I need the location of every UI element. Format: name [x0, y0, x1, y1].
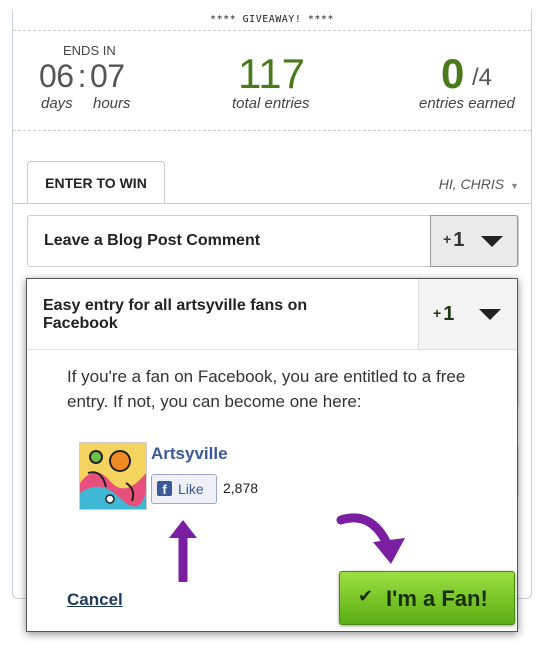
im-a-fan-button[interactable]: ✔ I'm a Fan! [339, 571, 515, 625]
purple-arrow-icon [336, 513, 405, 564]
stats-bar: ENDS IN 06:07 days hours 117 total entri… [13, 30, 531, 131]
entry-points-toggle[interactable]: +1 [418, 279, 517, 349]
entry-description: If you're a fan on Facebook, you are ent… [67, 367, 466, 411]
caret-down-icon [481, 236, 503, 247]
timer-colon: : [77, 58, 87, 94]
entry-points: +1 [443, 229, 464, 252]
entries-earned-label: entries earned [419, 95, 515, 112]
purple-arrow-icon [169, 520, 197, 582]
total-entries-value: 117 [238, 50, 305, 97]
fan-button-label: I'm a Fan! [386, 586, 488, 611]
tab-enter-to-win[interactable]: ENTER TO WIN [27, 161, 165, 204]
tab-divider [13, 203, 531, 204]
like-count: 2,878 [223, 480, 259, 496]
plus-sign: + [433, 305, 442, 321]
entry-points-toggle[interactable]: +1 [430, 215, 518, 267]
days-value: 06 [39, 58, 74, 94]
points-value: 1 [443, 303, 455, 325]
user-menu[interactable]: HI, CHRIS ▼ [439, 176, 519, 192]
caret-down-icon: ▼ [510, 181, 519, 191]
entry-points: +1 [433, 303, 454, 326]
facebook-page-link[interactable]: Artsyville [151, 444, 228, 464]
hours-value: 07 [89, 58, 125, 94]
user-greeting: HI, CHRIS [438, 176, 505, 192]
entries-earned-value: 0 [441, 50, 465, 97]
entries-earned-total: /4 [472, 64, 493, 91]
entry-facebook-fan: Easy entry for all artsyville fans on Fa… [26, 278, 518, 632]
entry-body: If you're a fan on Facebook, you are ent… [27, 350, 517, 631]
caret-down-icon [479, 309, 501, 320]
facebook-like-box: Artsyville f Like 2,878 [79, 442, 339, 512]
check-icon: ✔ [358, 586, 374, 606]
giveaway-title: **** GIVEAWAY! **** [13, 10, 531, 31]
ends-in-label: ENDS IN [63, 43, 116, 58]
entry-title: Easy entry for all artsyville fans on Fa… [43, 297, 308, 332]
countdown-timer: 06:07 [39, 58, 125, 95]
entry-blog-comment[interactable]: Leave a Blog Post Comment +1 [27, 215, 519, 267]
cancel-link[interactable]: Cancel [67, 590, 123, 610]
facebook-icon: f [157, 481, 172, 497]
total-entries-label: total entries [232, 95, 310, 112]
entry-header[interactable]: Easy entry for all artsyville fans on Fa… [27, 279, 517, 350]
facebook-like-button[interactable]: f Like [151, 474, 217, 504]
hours-label: hours [93, 95, 131, 112]
like-label: Like [178, 481, 204, 497]
points-value: 1 [453, 229, 465, 251]
entry-title: Leave a Blog Post Comment [44, 232, 261, 249]
plus-sign: + [443, 231, 452, 247]
page-thumbnail[interactable] [79, 442, 147, 510]
days-label: days [41, 95, 73, 112]
